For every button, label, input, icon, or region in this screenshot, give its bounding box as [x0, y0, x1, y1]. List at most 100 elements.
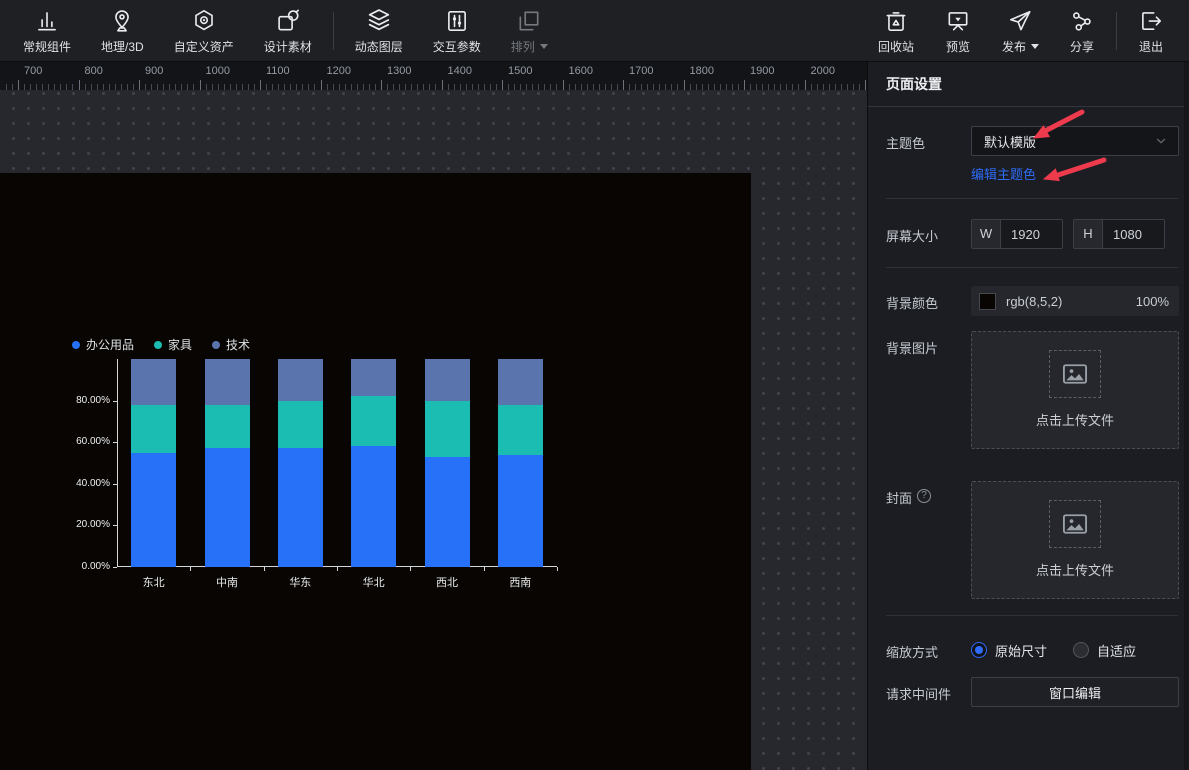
toolbar-separator	[333, 12, 334, 50]
scale-option-1[interactable]: 自适应	[1073, 639, 1136, 661]
ruler-tick	[24, 84, 25, 90]
ruler-tick	[212, 84, 213, 90]
ruler-tick	[399, 84, 400, 90]
ruler-tick	[544, 84, 545, 90]
bg-image-upload[interactable]: 点击上传文件	[971, 331, 1179, 449]
upload-text: 点击上传文件	[1036, 560, 1114, 579]
stacked-bar-东北[interactable]	[131, 359, 176, 567]
ruler-tick	[532, 84, 533, 90]
toolbar-item-map-pin[interactable]: 地理/3D	[86, 0, 159, 61]
ruler-tick	[175, 84, 176, 90]
ruler-tick	[254, 84, 255, 90]
editor-workspace[interactable]: 办公用品家具技术 0.00%20.00%40.00%60.00%80.00%东北…	[0, 90, 867, 770]
legend-item[interactable]: 办公用品	[72, 336, 134, 353]
ruler-label: 700	[24, 65, 42, 77]
ruler-tick	[91, 84, 92, 90]
ruler-tick	[266, 84, 267, 90]
toolbar-item-hexagon-nut[interactable]: 自定义资产	[159, 0, 249, 61]
bar-segment-办公用品	[425, 457, 470, 567]
ruler-tick	[133, 84, 134, 90]
ruler-tick	[36, 84, 37, 90]
screen-width-input[interactable]: W 1920	[971, 219, 1063, 249]
y-axis-tick	[113, 567, 117, 568]
ruler-tick	[550, 84, 551, 90]
ruler-tick	[72, 84, 73, 90]
chart-legend: 办公用品 家具 技术	[72, 336, 250, 353]
toolbar-item-preview-screen[interactable]: 预览	[929, 0, 987, 61]
ruler-tick	[54, 84, 55, 90]
ruler-tick	[841, 84, 842, 90]
toolbar-item-layers[interactable]: 动态图层	[340, 0, 418, 61]
ruler-tick	[780, 84, 781, 90]
ruler-tick	[811, 84, 812, 90]
ruler-tick	[345, 84, 346, 90]
toolbar-item-label: 设计素材	[264, 38, 312, 55]
ruler-tick	[308, 84, 309, 90]
stacked-bar-华东[interactable]	[278, 359, 323, 567]
toolbar-right-group: 回收站预览发布分享退出	[863, 0, 1189, 61]
image-placeholder-icon	[1049, 350, 1101, 398]
radio-label: 原始尺寸	[995, 641, 1047, 660]
ruler-tick	[647, 84, 648, 90]
ruler-tick	[405, 84, 406, 90]
ruler-tick	[121, 84, 122, 90]
bar-chart-icon	[34, 6, 60, 34]
ruler-tick	[357, 84, 358, 90]
toolbar-item-label: 回收站	[878, 38, 914, 55]
ruler-tick	[817, 84, 818, 90]
legend-label: 家具	[168, 336, 192, 353]
ruler-tick	[296, 84, 297, 90]
scale-option-0[interactable]: 原始尺寸	[971, 639, 1047, 661]
toolbar-item-exit[interactable]: 退出	[1123, 0, 1179, 61]
toolbar-item-share-nodes[interactable]: 分享	[1054, 0, 1110, 61]
cover-upload[interactable]: 点击上传文件	[971, 481, 1179, 599]
window-edit-button[interactable]: 窗口编辑	[971, 677, 1179, 707]
ruler-tick	[514, 84, 515, 90]
design-canvas[interactable]: 办公用品家具技术 0.00%20.00%40.00%60.00%80.00%东北…	[0, 173, 751, 770]
ruler-tick	[387, 84, 388, 90]
toolbar-item-trash[interactable]: 回收站	[863, 0, 929, 61]
bar-segment-家具	[498, 405, 543, 455]
toolbar-item-bar-chart[interactable]: 常规组件	[8, 0, 86, 61]
legend-item[interactable]: 家具	[154, 336, 192, 353]
paper-plane-icon	[1007, 6, 1033, 34]
ruler-tick	[738, 84, 739, 90]
theme-template-dropdown[interactable]: 默认模版	[971, 126, 1179, 156]
ruler-tick	[593, 84, 594, 90]
toolbar-item-paper-plane[interactable]: 发布	[987, 0, 1054, 61]
ruler-label: 1800	[690, 65, 714, 77]
panel-title: 页面设置	[868, 62, 1189, 107]
bg-color-picker[interactable]: rgb(8,5,2) 100%	[971, 286, 1179, 316]
ruler-tick	[260, 80, 261, 90]
ruler-tick	[200, 80, 201, 90]
radio-unselected-icon	[1073, 642, 1089, 658]
toolbar-item-label: 动态图层	[355, 38, 403, 55]
ruler-tick	[629, 84, 630, 90]
stacked-bar-西北[interactable]	[425, 359, 470, 567]
stacked-bar-中南[interactable]	[205, 359, 250, 567]
screen-height-input[interactable]: H 1080	[1073, 219, 1165, 249]
toolbar-item-label: 自定义资产	[174, 38, 234, 55]
ruler-tick	[284, 84, 285, 90]
ruler-tick	[792, 84, 793, 90]
bar-segment-办公用品	[498, 455, 543, 567]
bg-color-value: rgb(8,5,2)	[1006, 294, 1136, 309]
x-axis-category-label: 华北	[337, 574, 410, 590]
theme-color-label: 主题色	[886, 126, 971, 183]
ruler-tick	[42, 84, 43, 90]
toolbar-item-design-asset[interactable]: 设计素材	[249, 0, 327, 61]
ruler-tick	[30, 84, 31, 90]
stacked-bar-华北[interactable]	[351, 359, 396, 567]
ruler-tick	[853, 84, 854, 90]
ruler-tick	[829, 84, 830, 90]
ruler-tick	[278, 84, 279, 90]
help-icon[interactable]: ?	[917, 489, 931, 503]
toolbar-item-label: 排列	[511, 38, 548, 55]
ruler-label: 1600	[569, 65, 593, 77]
trash-icon	[883, 6, 909, 34]
stacked-bar-西南[interactable]	[498, 359, 543, 567]
ruler-tick	[599, 84, 600, 90]
edit-theme-color-link[interactable]: 编辑主题色	[971, 164, 1036, 183]
legend-item[interactable]: 技术	[212, 336, 250, 353]
toolbar-item-sliders[interactable]: 交互参数	[418, 0, 496, 61]
